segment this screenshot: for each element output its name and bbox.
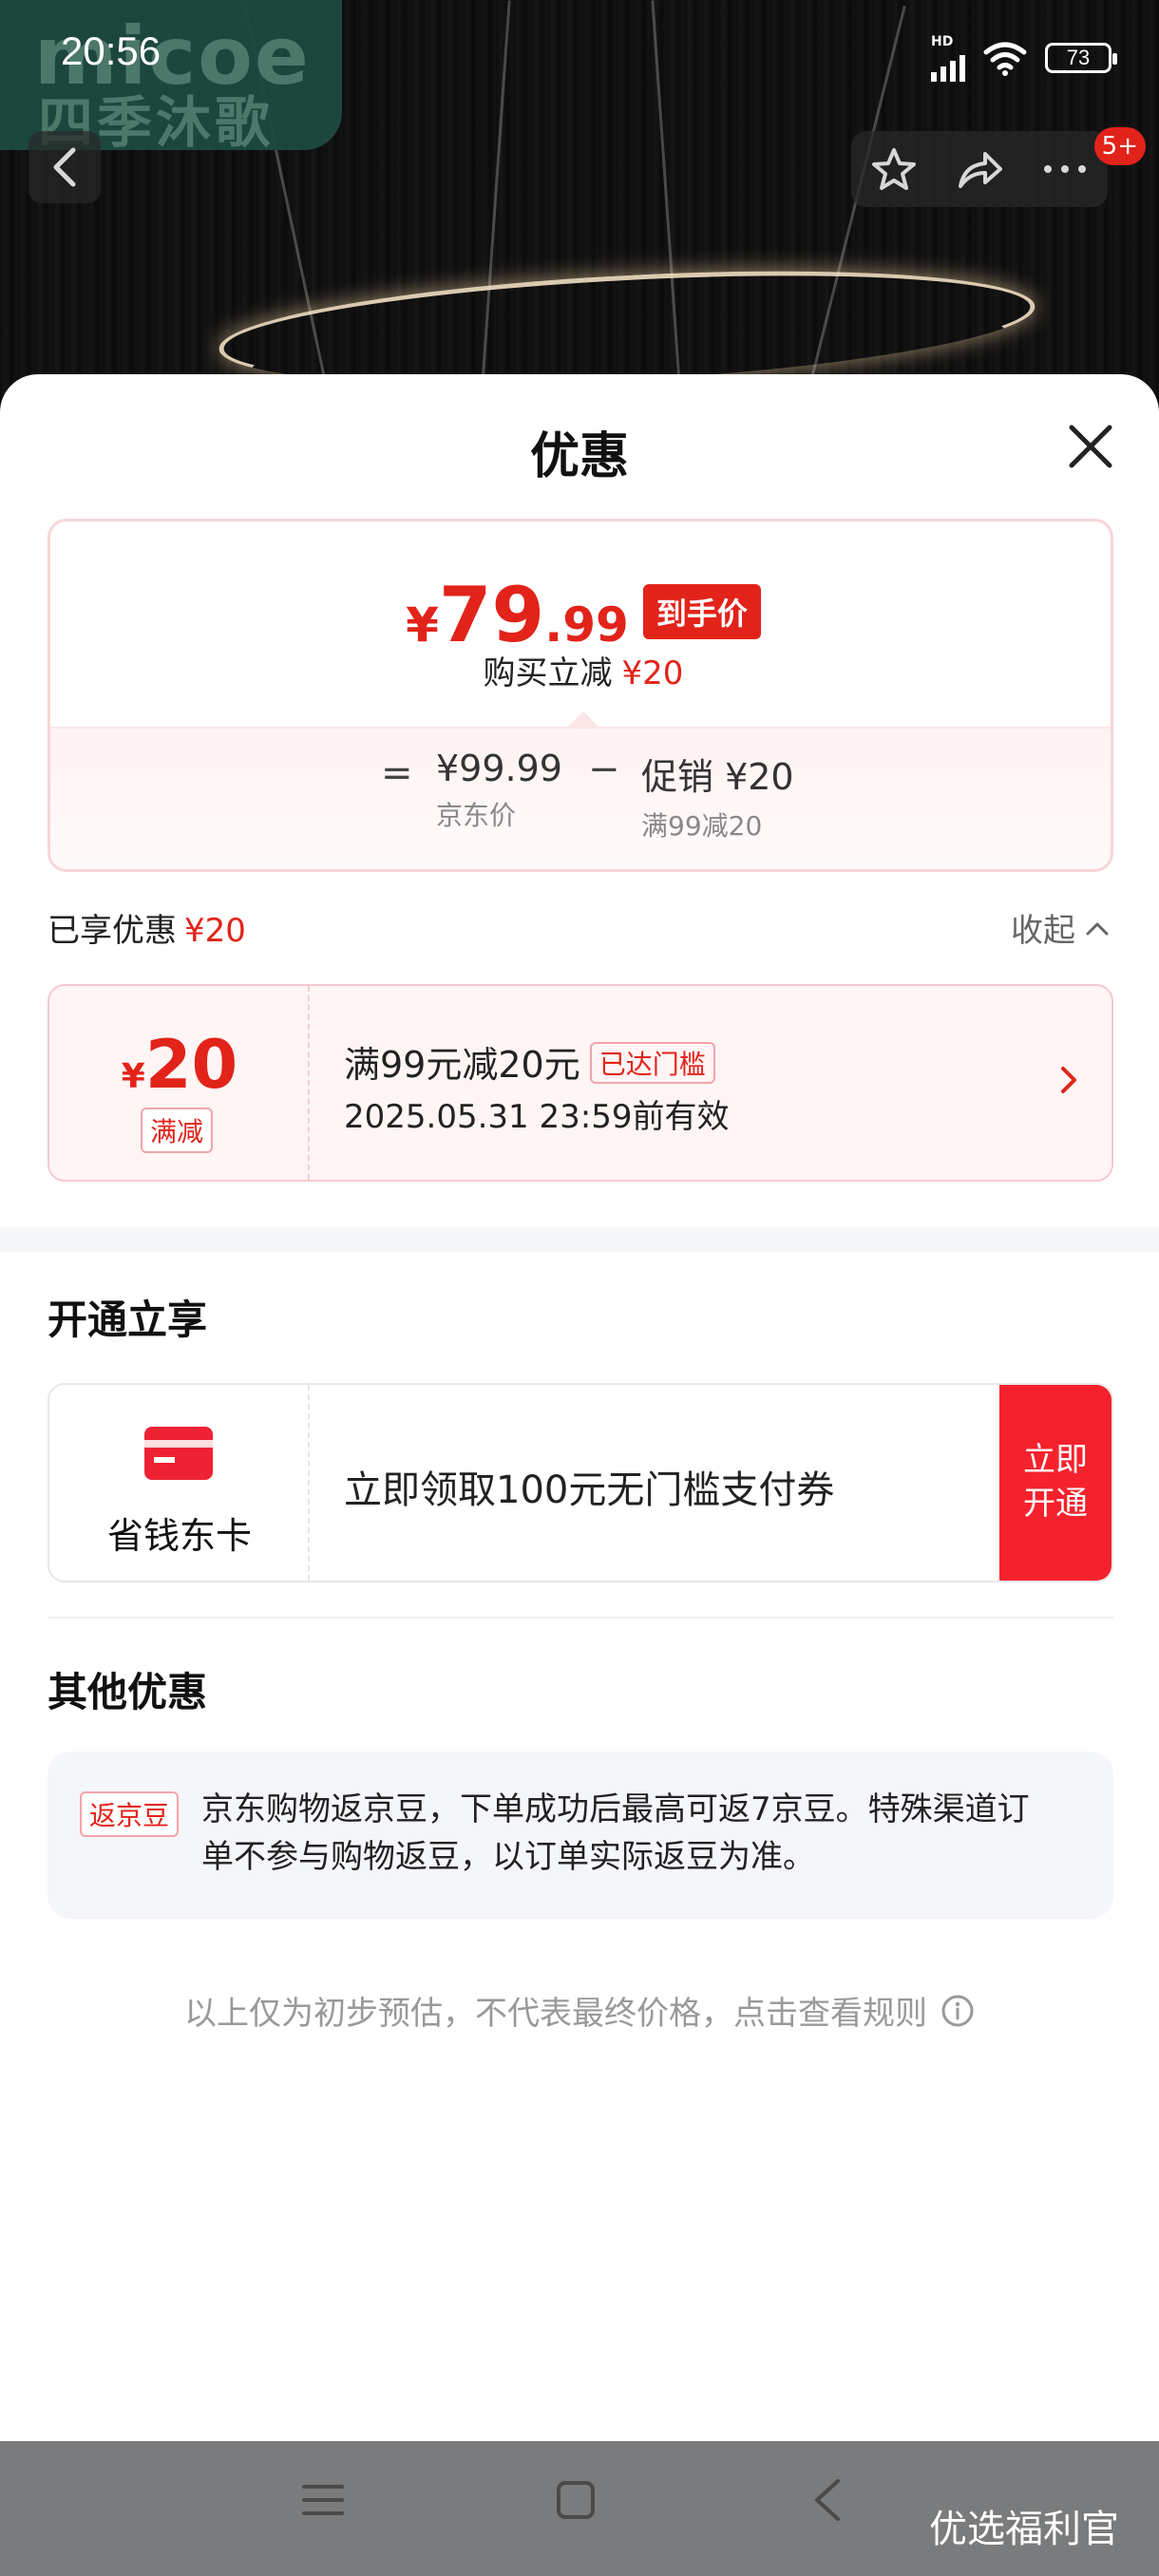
- thin-divider: [48, 1617, 1113, 1619]
- jd-bean-offer: 返京豆 京东购物返京豆，下单成功后最高可返7京豆。特殊渠道订单不参与购物返豆，以…: [48, 1752, 1113, 1919]
- minus-sign: −: [588, 748, 620, 791]
- coupon-title-line: 满99元减20元 已达门槛: [344, 1035, 715, 1088]
- promo-label: 满99减20: [641, 810, 763, 842]
- rule-note-text: 以上仅为初步预估，不代表最终价格，点击查看规则: [184, 1995, 927, 2033]
- status-time: 20:56: [61, 28, 162, 73]
- enjoyed-discount: 已享优惠 ¥20: [48, 904, 246, 951]
- chevron-left-icon: [53, 147, 76, 187]
- coupon-currency: ¥: [121, 1057, 145, 1096]
- promo-block: 促销 ¥20 满99减20: [641, 748, 794, 843]
- back-triangle-icon[interactable]: [809, 2477, 844, 2523]
- jd-bean-text: 京东购物返京豆，下单成功后最高可返7京豆。特殊渠道订单不参与购物返豆，以订单实际…: [201, 1790, 1030, 1876]
- info-icon: [941, 1995, 974, 2026]
- status-icons: HD 73: [931, 34, 1117, 82]
- equals-sign: =: [381, 751, 413, 795]
- favorite-star-icon[interactable]: [870, 145, 918, 193]
- chevron-right-icon: [1061, 1067, 1076, 1093]
- menu-icon[interactable]: [302, 2481, 344, 2519]
- other-section-heading: 其他优惠: [48, 1669, 208, 1715]
- pointer-triangle: [568, 711, 598, 727]
- threshold-reached-tag: 已达门槛: [589, 1042, 715, 1084]
- sheet-title: 优惠: [529, 428, 629, 485]
- buy-reduce-value: ¥20: [621, 654, 684, 692]
- home-icon[interactable]: [555, 2479, 597, 2521]
- enjoyed-value: ¥20: [184, 912, 246, 950]
- coupon-amount: ¥20: [49, 1026, 310, 1104]
- buy-reduce-line: 购买立减 ¥20: [50, 647, 1111, 693]
- rule-note-link[interactable]: 以上仅为初步预估，不代表最终价格，点击查看规则: [0, 1987, 1159, 2034]
- brand-watermark: micoe 四季沐歌: [0, 0, 342, 155]
- coupon-type-tag: 满减: [141, 1108, 214, 1153]
- enjoyed-label: 已享优惠: [48, 912, 177, 950]
- coupon-title: 满99元减20元: [344, 1044, 580, 1086]
- coupon-value: 20: [144, 1026, 238, 1104]
- collapse-label: 收起: [1011, 912, 1075, 950]
- coupon-amount-block: ¥20 满减: [49, 986, 310, 1180]
- coupon-validity: 2025.05.31 23:59前有效: [344, 1098, 730, 1136]
- promo-value: 促销 ¥20: [641, 756, 794, 798]
- open-now-button[interactable]: 立即 开通: [999, 1385, 1112, 1581]
- chevron-up-icon: [1086, 922, 1109, 935]
- membership-card-offer: 省钱东卡 立即领取100元无门槛支付券 立即 开通: [48, 1383, 1113, 1582]
- hand-price-tag: 到手价: [642, 584, 761, 639]
- card-name: 省钱东卡: [106, 1515, 252, 1557]
- buy-reduce-label: 购买立减: [483, 654, 613, 692]
- top-action-group: [851, 131, 1108, 207]
- open-now-line1: 立即: [1023, 1441, 1088, 1479]
- signal-icon: [931, 49, 965, 82]
- card-brand-block: 省钱东卡: [49, 1385, 310, 1581]
- open-section-heading: 开通立享: [48, 1297, 208, 1343]
- card-offer-description: 立即领取100元无门槛支付券: [344, 1468, 835, 1512]
- share-icon[interactable]: [955, 146, 1004, 192]
- wifi-icon: [983, 42, 1027, 76]
- jd-price-label: 京东价: [436, 800, 517, 831]
- system-navigation-bar: 优选福利官: [0, 2441, 1159, 2576]
- credit-card-icon: [144, 1427, 213, 1480]
- collapse-toggle[interactable]: 收起: [1011, 904, 1110, 951]
- message-count-badge: 5+: [1093, 127, 1146, 165]
- open-now-line2: 开通: [1023, 1485, 1088, 1523]
- price-summary-card: ¥79.99 到手价 购买立减 ¥20 = ¥99.99 京东价 − 促销 ¥20…: [48, 519, 1113, 872]
- price-breakdown: = ¥99.99 京东价 − 促销 ¥20 满99减20: [50, 727, 1111, 869]
- jd-bean-tag: 返京豆: [80, 1791, 180, 1837]
- jd-price-value: ¥99.99: [436, 748, 562, 789]
- battery-icon: 73: [1045, 43, 1117, 73]
- back-button[interactable]: [28, 131, 101, 203]
- jd-price-block: ¥99.99 京东价: [436, 748, 562, 833]
- network-label: HD: [931, 34, 954, 49]
- currency-symbol: ¥: [406, 597, 439, 653]
- more-icon[interactable]: [1041, 161, 1089, 177]
- coupon-card[interactable]: ¥20 满减 满99元减20元 已达门槛 2025.05.31 23:59前有效: [48, 984, 1113, 1182]
- section-divider: [0, 1227, 1159, 1252]
- close-icon[interactable]: [1062, 418, 1119, 475]
- price-decimal: .99: [544, 597, 629, 653]
- floating-welfare-label[interactable]: 优选福利官: [929, 2498, 1119, 2553]
